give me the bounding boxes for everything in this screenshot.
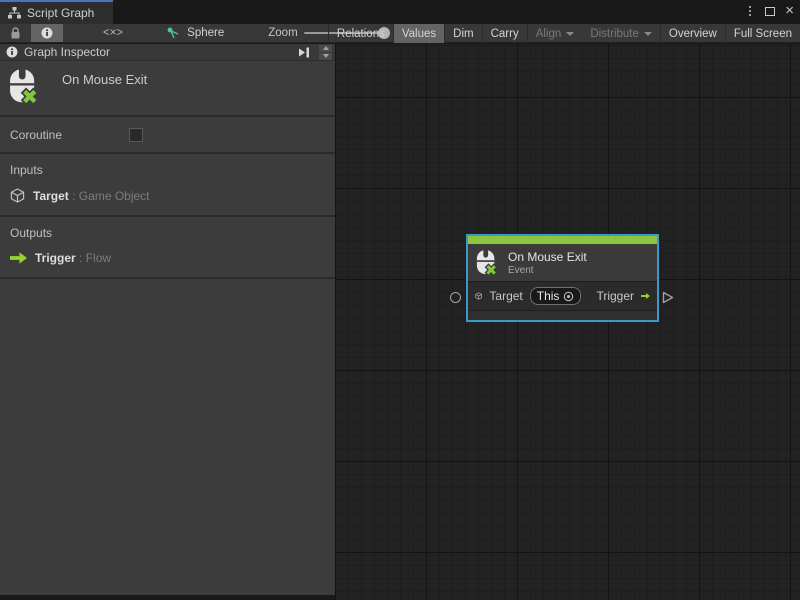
info-icon <box>41 27 53 39</box>
input-type: : Game Object <box>72 189 149 203</box>
outputs-heading: Outputs <box>10 226 325 240</box>
inspector-toggle-button[interactable] <box>31 24 63 42</box>
arrow-down-icon <box>323 54 329 58</box>
align-dropdown[interactable]: Align <box>528 24 583 43</box>
lock-icon <box>10 27 21 40</box>
spinner-down-button[interactable] <box>319 53 332 60</box>
graph-inspector-header: Graph Inspector <box>0 44 335 61</box>
graph-node-icon <box>167 27 180 40</box>
dock-panel-icon[interactable] <box>297 46 311 59</box>
panel-scroll-spinner <box>319 45 332 60</box>
flow-arrow-icon <box>10 252 27 264</box>
dim-button[interactable]: Dim <box>445 24 481 43</box>
relations-button[interactable]: Relations <box>329 24 393 43</box>
game-object-cube-icon <box>475 289 482 303</box>
node-title: On Mouse Exit <box>508 250 587 264</box>
panel-title: Graph Inspector <box>24 45 291 59</box>
input-port[interactable] <box>450 292 461 303</box>
trigger-output-port[interactable] <box>662 291 674 304</box>
chevron-down-icon <box>566 32 574 36</box>
chevron-down-icon <box>644 32 652 36</box>
node-subtitle: Event <box>508 265 587 276</box>
edit-code-button[interactable]: <×> <box>93 24 133 42</box>
lock-button[interactable] <box>0 24 31 42</box>
spinner-up-button[interactable] <box>319 45 332 52</box>
maximize-icon[interactable] <box>765 7 775 16</box>
distribute-dropdown[interactable]: Distribute <box>582 24 660 43</box>
event-color-bar <box>468 236 657 244</box>
distribute-label: Distribute <box>590 28 639 40</box>
info-icon <box>6 46 18 58</box>
tab-label: Script Graph <box>27 6 94 20</box>
carry-button[interactable]: Carry <box>483 24 527 43</box>
coroutine-checkbox[interactable] <box>129 128 143 142</box>
mouse-exit-event-icon <box>476 249 498 277</box>
target-value: This <box>537 289 560 303</box>
values-button[interactable]: Values <box>394 24 444 43</box>
unit-title-section: On Mouse Exit <box>0 61 335 117</box>
output-trigger-row: Trigger : Flow <box>10 251 325 265</box>
inputs-section: Inputs Target : Game Object <box>0 154 335 217</box>
arrow-up-icon <box>323 46 329 50</box>
graph-inspector-panel: Graph Inspector On Mouse Exit Coroutine <box>0 44 335 597</box>
flow-arrow-icon <box>641 290 650 302</box>
mouse-exit-event-icon <box>8 68 40 106</box>
coroutine-row: Coroutine <box>0 117 335 154</box>
node-header[interactable]: On Mouse Exit Event <box>468 244 657 281</box>
target-port-label: Target <box>489 289 522 303</box>
outputs-section: Outputs Trigger : Flow <box>0 217 335 279</box>
align-label: Align <box>536 28 562 40</box>
window-menu-icon[interactable] <box>745 4 755 18</box>
on-mouse-exit-node[interactable]: On Mouse Exit Event Target This Tri <box>466 234 659 322</box>
zoom-label: Zoom <box>268 27 297 39</box>
graph-name-label: Sphere <box>187 27 224 39</box>
graph-breadcrumb[interactable]: Sphere <box>159 24 232 42</box>
inspector-empty-area <box>0 279 335 595</box>
target-value-field[interactable]: This <box>530 287 582 305</box>
graph-toolbar: <×> Sphere Zoom 1x Relations Values Dim … <box>0 24 800 43</box>
output-type: : Flow <box>79 251 111 265</box>
close-icon[interactable]: × <box>785 6 794 16</box>
object-picker-icon <box>563 291 574 302</box>
game-object-cube-icon <box>10 188 25 203</box>
tab-script-graph[interactable]: Script Graph <box>0 0 113 24</box>
code-icon: <×> <box>103 27 123 39</box>
graph-hierarchy-icon <box>8 7 21 19</box>
coroutine-label: Coroutine <box>10 128 129 142</box>
graph-canvas[interactable]: On Mouse Exit Event Target This Tri <box>335 44 800 600</box>
node-footer <box>468 310 657 320</box>
node-port-row: Target This Trigger <box>468 281 657 310</box>
input-name: Target <box>33 189 69 203</box>
input-target-row: Target : Game Object <box>10 188 325 203</box>
overview-button[interactable]: Overview <box>661 24 725 43</box>
inputs-heading: Inputs <box>10 163 325 177</box>
window-tab-bar: Script Graph × <box>0 0 800 24</box>
trigger-port-label: Trigger <box>596 289 634 303</box>
unit-title: On Mouse Exit <box>62 72 147 87</box>
output-name: Trigger <box>35 251 76 265</box>
fullscreen-button[interactable]: Full Screen <box>726 24 800 43</box>
